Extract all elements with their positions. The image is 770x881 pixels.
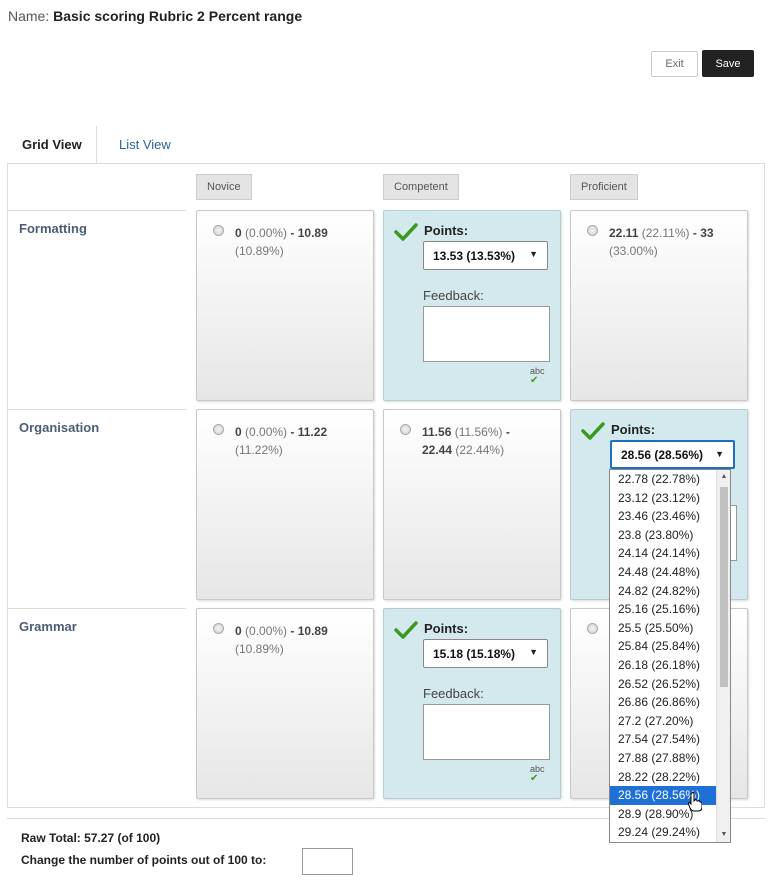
points-select-value: 28.56 (28.56%): [621, 447, 704, 462]
change-points-input[interactable]: [302, 848, 353, 875]
dropdown-option[interactable]: 26.52 (26.52%): [610, 675, 717, 694]
criterion-divider: [8, 409, 186, 410]
dropdown-option[interactable]: 28.22 (28.22%): [610, 768, 717, 787]
dropdown-option[interactable]: 23.12 (23.12%): [610, 489, 717, 508]
cell-formatting-novice[interactable]: 0 (0.00%) - 10.89 (10.89%): [196, 210, 374, 401]
raw-total: Raw Total: 57.27 (of 100): [21, 831, 161, 845]
scroll-down-icon[interactable]: ▼: [717, 828, 730, 842]
points-dropdown-list[interactable]: 22.78 (22.78%) 23.12 (23.12%) 23.46 (23.46…: [609, 469, 731, 843]
cell-grammar-competent[interactable]: Points: 15.18 (15.18%) ▼ Feedback: abc ✔: [383, 608, 561, 799]
change-points-label: Change the number of points out of 100 t…: [21, 853, 267, 867]
checkmark-icon: [394, 223, 418, 241]
dropdown-option[interactable]: 24.82 (24.82%): [610, 582, 717, 601]
checkmark-icon: [581, 422, 605, 440]
feedback-label: Feedback:: [423, 686, 484, 701]
rubric-name-value: Basic scoring Rubric 2 Percent range: [53, 8, 303, 24]
dropdown-arrow-icon: ▼: [715, 449, 724, 459]
dropdown-option[interactable]: 24.14 (24.14%): [610, 544, 717, 563]
dropdown-option[interactable]: 29.24 (29.24%): [610, 823, 717, 842]
dropdown-option[interactable]: 25.84 (25.84%): [610, 637, 717, 656]
level-radio[interactable]: [213, 225, 224, 236]
checkmark-icon: [394, 621, 418, 639]
score-range: 0 (0.00%) - 10.89 (10.89%): [235, 226, 328, 258]
criterion-formatting: Formatting: [19, 221, 87, 236]
dropdown-option[interactable]: 27.88 (27.88%): [610, 749, 717, 768]
dropdown-option[interactable]: 25.5 (25.50%): [610, 619, 717, 638]
points-select-value: 15.18 (15.18%): [433, 646, 516, 661]
hand-cursor-icon: [688, 792, 702, 812]
points-label: Points:: [424, 223, 469, 238]
rubric-name-label: Name:: [8, 8, 50, 24]
dropdown-option[interactable]: 27.54 (27.54%): [610, 730, 717, 749]
level-header-proficient: Proficient: [570, 174, 638, 200]
scrollbar-thumb[interactable]: [720, 487, 728, 687]
tab-list-view[interactable]: List View: [105, 126, 185, 163]
criterion-grammar: Grammar: [19, 619, 77, 634]
cell-formatting-proficient[interactable]: 22.11 (22.11%) - 33 (33.00%): [570, 210, 748, 401]
score-range: 22.11 (22.11%) - 33 (33.00%): [609, 226, 714, 258]
cell-organisation-competent[interactable]: 11.56 (11.56%) - 22.44 (22.44%): [383, 409, 561, 600]
dropdown-option[interactable]: 25.16 (25.16%): [610, 600, 717, 619]
level-radio[interactable]: [400, 424, 411, 435]
level-radio[interactable]: [213, 424, 224, 435]
level-header-novice: Novice: [196, 174, 252, 200]
criterion-divider: [8, 608, 186, 609]
dropdown-option[interactable]: 27.2 (27.20%): [610, 712, 717, 731]
feedback-textarea[interactable]: [423, 704, 550, 760]
cell-formatting-competent[interactable]: Points: 13.53 (13.53%) ▼ Feedback: abc ✔: [383, 210, 561, 401]
feedback-textarea[interactable]: [423, 306, 550, 362]
criterion-divider: [8, 210, 186, 211]
feedback-label: Feedback:: [423, 288, 484, 303]
save-button[interactable]: Save: [702, 50, 754, 77]
level-radio[interactable]: [587, 623, 598, 634]
dropdown-arrow-icon: ▼: [529, 249, 538, 259]
level-header-competent: Competent: [383, 174, 459, 200]
dropdown-option[interactable]: 26.18 (26.18%): [610, 656, 717, 675]
rubric-name: Name: Basic scoring Rubric 2 Percent ran…: [8, 8, 302, 24]
dropdown-option[interactable]: 23.8 (23.80%): [610, 526, 717, 545]
cell-organisation-novice[interactable]: 0 (0.00%) - 11.22 (11.22%): [196, 409, 374, 600]
points-select-value: 13.53 (13.53%): [433, 248, 516, 263]
dropdown-options: 22.78 (22.78%) 23.12 (23.12%) 23.46 (23.46…: [610, 470, 730, 842]
level-radio[interactable]: [213, 623, 224, 634]
level-radio[interactable]: [587, 225, 598, 236]
dropdown-option[interactable]: 26.86 (26.86%): [610, 693, 717, 712]
points-select[interactable]: 15.18 (15.18%) ▼: [423, 639, 548, 668]
score-range: 0 (0.00%) - 10.89 (10.89%): [235, 624, 328, 656]
dropdown-arrow-icon: ▼: [529, 647, 538, 657]
dropdown-scrollbar[interactable]: ▲ ▼: [716, 470, 730, 842]
tab-grid-view[interactable]: Grid View: [8, 126, 97, 163]
points-label: Points:: [424, 621, 469, 636]
spellcheck-icon[interactable]: abc ✔: [530, 765, 545, 784]
score-range: 0 (0.00%) - 11.22 (11.22%): [235, 425, 328, 457]
scroll-up-icon[interactable]: ▲: [717, 470, 730, 484]
spellcheck-icon[interactable]: abc ✔: [530, 367, 545, 386]
score-range: 11.56 (11.56%) - 22.44 (22.44%): [422, 425, 510, 457]
points-select[interactable]: 13.53 (13.53%) ▼: [423, 241, 548, 270]
exit-button[interactable]: Exit: [651, 51, 698, 77]
criterion-organisation: Organisation: [19, 420, 100, 435]
dropdown-option[interactable]: 24.48 (24.48%): [610, 563, 717, 582]
dropdown-option[interactable]: 22.78 (22.78%): [610, 470, 717, 489]
dropdown-option[interactable]: 23.46 (23.46%): [610, 507, 717, 526]
cell-grammar-novice[interactable]: 0 (0.00%) - 10.89 (10.89%): [196, 608, 374, 799]
points-select[interactable]: 28.56 (28.56%) ▼: [610, 440, 735, 469]
points-label: Points:: [611, 422, 656, 437]
